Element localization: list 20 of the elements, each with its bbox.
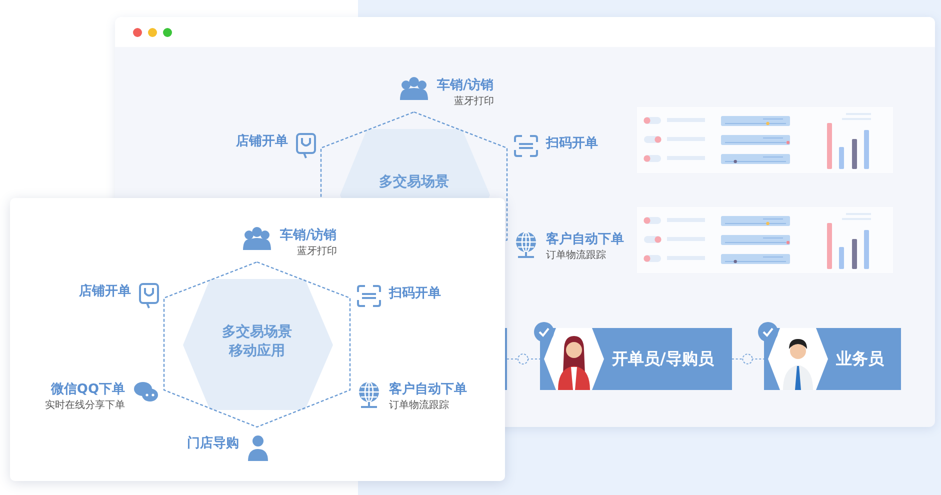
scenario-title: 扫码开单 — [546, 135, 598, 153]
role-label: 开单员/导购员 — [612, 348, 714, 370]
scenario-title: 客户自动下单 — [389, 381, 467, 399]
center-title: 多交易场景 — [222, 323, 292, 342]
scenario-title: 门店导购 — [187, 435, 239, 453]
scenario-title: 车销/访销 — [280, 227, 337, 245]
scenario-subtitle: 订单物流跟踪 — [546, 249, 606, 263]
scenario-subtitle: 蓝牙打印 — [454, 95, 494, 109]
center-title: 多交易场景 — [379, 173, 449, 192]
scenario-title: 客户自动下单 — [546, 231, 624, 249]
role-label: 业务员 — [836, 348, 884, 370]
scenario-title: 扫码开单 — [389, 285, 441, 303]
scenario-subtitle: 实时在线分享下单 — [45, 399, 125, 413]
scenario-title: 微信QQ下单 — [50, 381, 125, 399]
center-title: 移动应用 — [229, 342, 285, 361]
scenario-title: 车销/访销 — [437, 77, 494, 95]
scenario-subtitle: 订单物流跟踪 — [389, 399, 449, 413]
scenario-title: 店铺开单 — [236, 133, 288, 151]
scenario-title: 店铺开单 — [79, 283, 131, 301]
scenario-subtitle: 蓝牙打印 — [296, 245, 337, 259]
